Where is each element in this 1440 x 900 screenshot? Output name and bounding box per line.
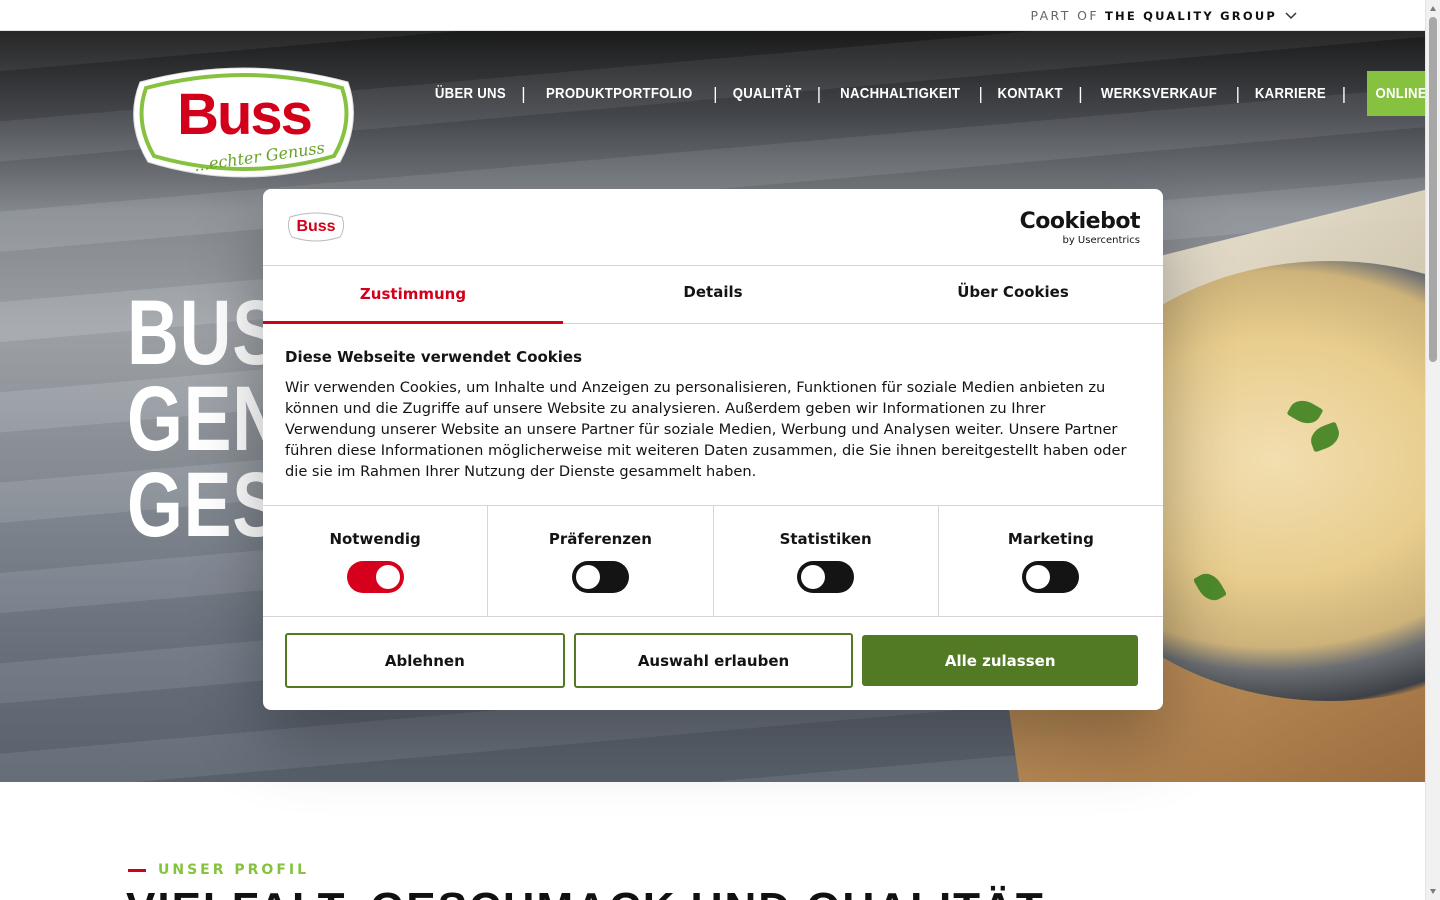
main-nav: ÜBER UNS | PRODUKTPORTFOLIO | QUALITÄT |… bbox=[430, 71, 1440, 116]
toggle-knob bbox=[375, 565, 400, 589]
scrollbar-thumb[interactable] bbox=[1429, 17, 1437, 362]
nav-separator: | bbox=[816, 84, 822, 103]
tab-ueber-cookies[interactable]: Über Cookies bbox=[863, 266, 1163, 323]
cookiebot-sub: by Usercentrics bbox=[1062, 235, 1140, 246]
chevron-down-icon bbox=[1285, 11, 1297, 19]
toggle-label: Marketing bbox=[1007, 530, 1094, 548]
quality-group-text: THE QUALITY GROUP bbox=[1104, 8, 1277, 23]
top-bar: PART OF THE QUALITY GROUP bbox=[0, 0, 1425, 31]
cookie-dialog-header: Buss Cookiebot by Usercentrics bbox=[263, 189, 1163, 266]
praeferenzen-toggle[interactable] bbox=[571, 561, 629, 593]
toggle-knob bbox=[1026, 565, 1051, 589]
nav-item-produktportfolio[interactable]: PRODUKTPORTFOLIO bbox=[546, 85, 692, 102]
cookie-heading: Diese Webseite verwendet Cookies bbox=[285, 348, 583, 366]
part-of-text: PART OF bbox=[1030, 8, 1099, 23]
toggle-knob bbox=[575, 565, 600, 589]
notwendig-toggle[interactable] bbox=[346, 561, 404, 593]
buss-logo-small: Buss bbox=[287, 212, 345, 242]
nav-item-kontakt[interactable]: KONTAKT bbox=[998, 85, 1063, 102]
small-logo-brand: Buss bbox=[296, 218, 335, 235]
page-scrollbar[interactable] bbox=[1425, 0, 1440, 900]
nav-item-werksverkauf[interactable]: WERKSVERKAUF bbox=[1101, 85, 1217, 102]
cookie-toggles: Notwendig Präferenzen Statistiken Market… bbox=[263, 506, 1163, 617]
nav-separator: | bbox=[1077, 84, 1084, 103]
toggle-label: Präferenzen bbox=[548, 530, 652, 548]
toggle-group-marketing: Marketing bbox=[939, 506, 1163, 616]
cookie-body: Diese Webseite verwendet Cookies Wir ver… bbox=[263, 324, 1163, 506]
allow-selection-button[interactable]: Auswahl erlauben bbox=[573, 633, 854, 688]
nav-item-ueber-uns[interactable]: ÜBER UNS bbox=[435, 85, 506, 102]
nav-separator: | bbox=[1341, 84, 1347, 103]
nav-item-nachhaltigkeit[interactable]: NACHHALTIGKEIT bbox=[840, 85, 960, 102]
cookie-buttons: Ablehnen Auswahl erlauben Alle zulassen bbox=[263, 617, 1163, 688]
marketing-toggle[interactable] bbox=[1022, 561, 1080, 593]
cookie-tabs: Zustimmung Details Über Cookies bbox=[263, 266, 1163, 324]
cookie-description: Wir verwenden Cookies, um Inhalte und An… bbox=[285, 379, 1127, 480]
nav-separator: | bbox=[1235, 84, 1241, 103]
toggle-label: Statistiken bbox=[779, 530, 872, 548]
tab-details[interactable]: Details bbox=[563, 266, 863, 323]
toggle-group-praeferenzen: Präferenzen bbox=[488, 506, 714, 616]
nav-separator: | bbox=[520, 84, 527, 103]
cookiebot-name: Cookiebot bbox=[1019, 209, 1141, 234]
cookiebot-logo[interactable]: Cookiebot by Usercentrics bbox=[1019, 209, 1141, 247]
profile-dash bbox=[128, 868, 146, 872]
decline-button[interactable]: Ablehnen bbox=[285, 633, 565, 688]
nav-item-karriere[interactable]: KARRIERE bbox=[1255, 85, 1326, 102]
cookie-consent-dialog: Buss Cookiebot by Usercentrics Zustimmun… bbox=[263, 189, 1163, 710]
logo-brand: Buss bbox=[177, 82, 311, 147]
profile-title: VIELFALT, GESCHMACK UND QUALITÄT bbox=[126, 884, 1045, 900]
tab-zustimmung[interactable]: Zustimmung bbox=[263, 266, 563, 324]
scroll-up-icon[interactable] bbox=[1430, 6, 1436, 11]
toggle-label: Notwendig bbox=[329, 530, 421, 548]
profile-eyebrow: UNSER PROFIL bbox=[128, 862, 309, 878]
toggle-knob bbox=[801, 565, 826, 589]
statistiken-toggle[interactable] bbox=[797, 561, 855, 593]
allow-all-button[interactable]: Alle zulassen bbox=[862, 635, 1139, 686]
toggle-group-notwendig: Notwendig bbox=[263, 506, 489, 616]
nav-item-qualitaet[interactable]: QUALITÄT bbox=[733, 85, 802, 102]
toggle-group-statistiken: Statistiken bbox=[714, 506, 939, 616]
nav-separator: | bbox=[978, 84, 984, 103]
buss-logo[interactable]: Buss ...echter Genuss bbox=[130, 62, 358, 184]
quality-group-link[interactable]: PART OF THE QUALITY GROUP bbox=[1030, 8, 1297, 23]
scroll-down-icon[interactable] bbox=[1430, 889, 1436, 894]
nav-separator: | bbox=[712, 84, 718, 103]
profile-label: UNSER PROFIL bbox=[158, 862, 310, 878]
